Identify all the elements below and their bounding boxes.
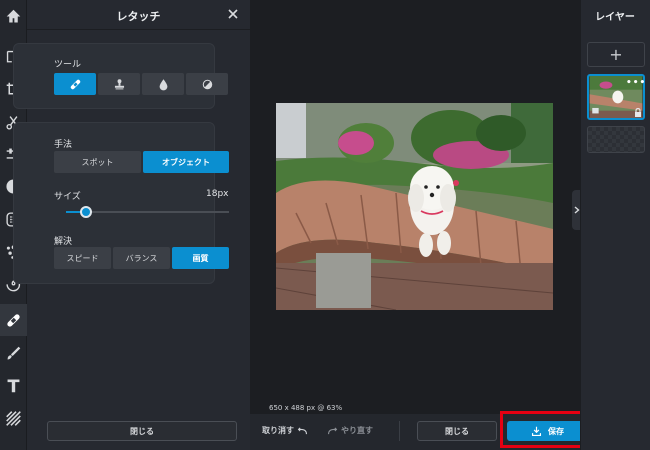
layer-thumbnail-transparent[interactable] [587,126,645,153]
layers-panel [580,0,650,450]
resolution-balance-button[interactable]: バランス [113,247,170,269]
redo-button[interactable]: やり直す [327,425,373,436]
tool-selector [54,73,228,95]
size-slider-knob[interactable] [79,206,92,218]
method-object-button[interactable]: オブジェクト [143,151,229,173]
resolution-selector: スピード バランス 画質 [54,247,229,269]
layer-more-icon[interactable]: ••• [626,78,646,88]
size-label: サイズ [54,192,81,202]
stamp-icon [114,78,124,89]
bandage-icon [70,79,80,89]
layers-title: レイヤー [595,12,635,23]
tools-label: ツール [54,60,82,70]
pattern-icon[interactable] [0,402,27,434]
contrast-tool-button[interactable] [186,73,228,95]
canvas-size-info: 650 x 488 px @ 63% [269,404,343,412]
home-icon[interactable] [0,0,27,32]
method-selector: スポット オブジェクト [54,151,229,173]
method-label: 手法 [54,140,73,150]
photo-canvas[interactable] [276,103,553,310]
resolution-label: 解決 [54,237,73,247]
drop-tool-button[interactable] [142,73,184,95]
stamp-tool-button[interactable] [98,73,140,95]
undo-label: 取り消す [262,426,294,435]
panel-close-button[interactable]: 閉じる [47,421,237,441]
resolution-quality-button[interactable]: 画質 [172,247,229,269]
undo-button[interactable]: 取り消す [262,425,308,436]
retouch-icon[interactable] [0,304,27,336]
lock-icon[interactable] [634,108,642,117]
panel-title: レタッチ [116,10,161,23]
contrast-icon [202,79,212,89]
redo-label: やり直す [341,426,373,435]
redo-icon [328,426,338,434]
bottom-divider [399,421,400,441]
add-layer-button[interactable]: + [587,42,645,67]
text-icon[interactable] [0,369,27,401]
undo-icon [297,426,307,434]
close-button[interactable]: 閉じる [417,421,497,441]
close-icon[interactable] [226,7,240,21]
draw-icon[interactable] [0,337,27,369]
bandage-tool-button[interactable] [54,73,96,95]
drop-icon [159,78,167,90]
resolution-speed-button[interactable]: スピード [54,247,111,269]
method-spot-button[interactable]: スポット [54,151,141,173]
